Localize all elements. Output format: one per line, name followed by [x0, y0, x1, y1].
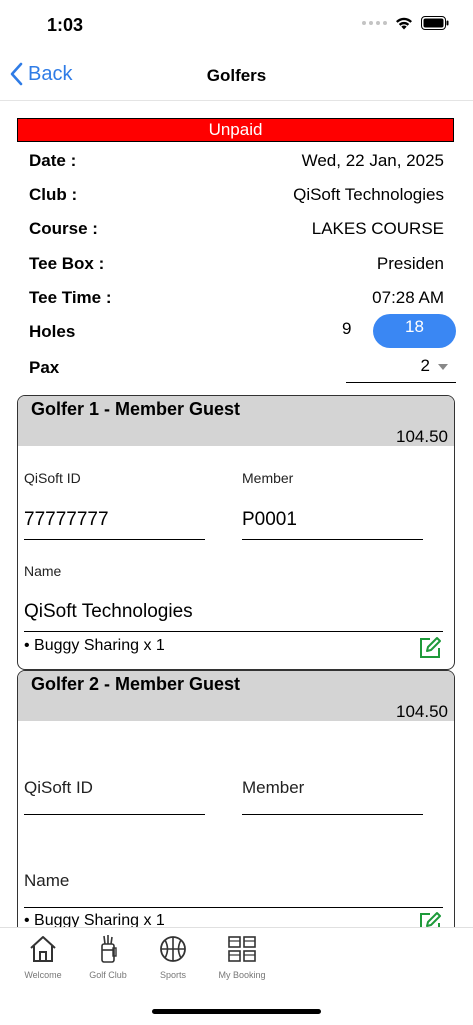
status-icons	[362, 16, 449, 30]
info-row-date: Date : Wed, 22 Jan, 2025	[29, 144, 444, 178]
golf-bag-icon	[101, 935, 117, 963]
member-label: Member	[242, 778, 305, 797]
pax-label: Pax	[29, 358, 60, 377]
tab-label: Golf Club	[89, 970, 127, 980]
qisoft-id-field[interactable]: 77777777	[24, 509, 109, 531]
holes-option-18-selected[interactable]: 18	[373, 314, 456, 348]
tee-time-value: 07:28 AM	[372, 288, 444, 307]
golfer-price: 104.50	[396, 702, 448, 721]
member-underline	[242, 539, 423, 540]
info-row-tee-box: Tee Box : Presiden	[29, 247, 444, 281]
basketball-icon	[160, 936, 186, 962]
addon-item: • Buggy Sharing x 1	[24, 637, 165, 654]
page-title: Golfers	[206, 66, 267, 85]
edit-icon[interactable]	[418, 911, 442, 927]
chevron-down-icon	[438, 364, 448, 370]
wifi-icon	[396, 17, 412, 30]
tab-label: Sports	[159, 970, 186, 980]
golfer-title: Golfer 2 - Member Guest	[31, 674, 241, 694]
name-label: Name	[24, 871, 70, 890]
home-icon	[30, 936, 56, 962]
name-label: Name	[24, 563, 62, 579]
battery-icon	[421, 16, 449, 30]
golfer-card-header: Golfer 2 - Member Guest 104.50	[18, 671, 454, 721]
pax-dropdown[interactable]: 2	[346, 352, 456, 383]
course-label: Course :	[29, 219, 98, 238]
navigation-bar: Back Golfers	[0, 52, 473, 101]
tee-box-value: Presiden	[376, 254, 444, 273]
grid-icon	[228, 936, 256, 962]
club-label: Club :	[29, 185, 78, 204]
member-label: Member	[242, 470, 294, 486]
name-underline	[24, 631, 443, 632]
golfer-card-header: Golfer 1 - Member Guest 104.50	[18, 396, 454, 446]
tab-label: Welcome	[24, 970, 62, 980]
tab-golf-club[interactable]: Golf Club	[73, 934, 143, 980]
qisoft-id-label: QiSoft ID	[24, 778, 93, 797]
tab-sports[interactable]: Sports	[138, 934, 208, 980]
golfer-card-2: Golfer 2 - Member Guest 104.50 QiSoft ID…	[17, 670, 455, 927]
status-bar: 1:03	[0, 0, 473, 52]
golfer-card-1: Golfer 1 - Member Guest 104.50 QiSoft ID…	[17, 395, 455, 670]
addon-item: • Buggy Sharing x 1	[24, 912, 165, 927]
date-value: Wed, 22 Jan, 2025	[301, 151, 444, 170]
holes-label: Holes	[29, 322, 76, 341]
info-row-tee-time: Tee Time : 07:28 AM	[29, 281, 444, 315]
main-content[interactable]: Unpaid Date : Wed, 22 Jan, 2025 Club : Q…	[0, 101, 473, 927]
name-field[interactable]: QiSoft Technologies	[24, 601, 193, 623]
golfer-price: 104.50	[396, 427, 448, 446]
holes-row: Holes 9 18	[29, 314, 456, 350]
member-field[interactable]: P0001	[242, 509, 297, 531]
edit-icon[interactable]	[418, 636, 442, 660]
tab-welcome[interactable]: Welcome	[8, 934, 78, 980]
tee-time-label: Tee Time :	[29, 288, 112, 307]
golfer-title: Golfer 1 - Member Guest	[31, 399, 241, 419]
tee-box-label: Tee Box :	[29, 254, 105, 273]
qisoft-id-label: QiSoft ID	[24, 470, 81, 486]
holes-option-9[interactable]: 9	[342, 319, 351, 339]
course-value: LAKES COURSE	[311, 219, 444, 238]
signal-icon	[362, 21, 387, 25]
tab-my-booking[interactable]: My Booking	[207, 934, 277, 980]
date-label: Date :	[29, 151, 77, 170]
info-row-club: Club : QiSoft Technologies	[29, 178, 444, 212]
info-row-course: Course : LAKES COURSE	[29, 212, 444, 246]
club-value: QiSoft Technologies	[293, 185, 444, 204]
name-underline	[24, 907, 443, 908]
pax-value: 2	[420, 356, 430, 375]
qisoft-id-underline	[24, 814, 205, 815]
payment-status-banner: Unpaid	[17, 118, 454, 142]
status-time: 1:03	[47, 15, 84, 35]
member-underline	[242, 814, 423, 815]
home-indicator	[152, 1009, 321, 1014]
tab-label: My Booking	[218, 970, 266, 980]
pax-row: Pax 2	[29, 352, 456, 388]
qisoft-id-underline	[24, 539, 205, 540]
